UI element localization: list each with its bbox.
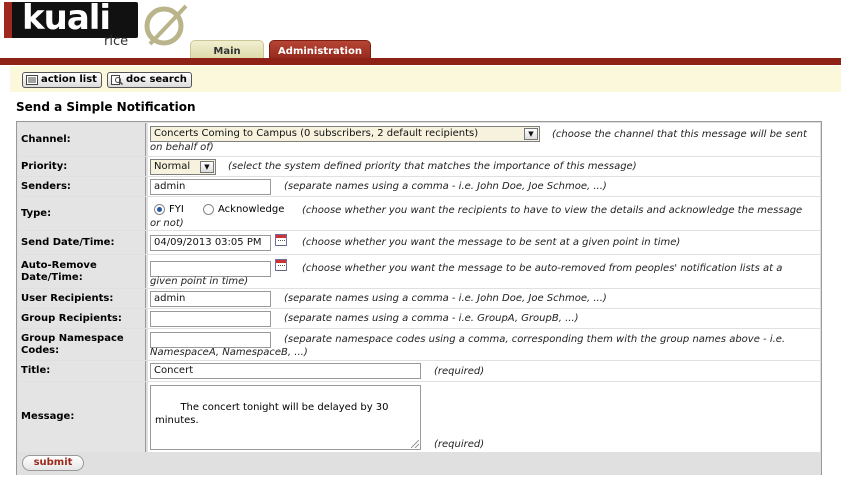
logo-accent [4, 2, 12, 38]
channel-select-value: Concerts Coming to Campus (0 subscribers… [154, 128, 479, 139]
type-cell: FYI Acknowledge (choose whether you want… [148, 197, 820, 230]
kuali-rice-logo[interactable]: kuali rice [2, 0, 192, 58]
action-list-button[interactable]: action list [22, 72, 102, 88]
message-required-hint: (required) [434, 439, 485, 450]
doc-search-label: doc search [126, 74, 187, 85]
priority-hint: (select the system defined priority that… [228, 161, 637, 172]
logo-text: kuali [22, 0, 111, 38]
calendar-icon[interactable] [275, 259, 287, 271]
senders-row: Senders: admin (separate names using a c… [17, 176, 821, 196]
type-row: Type: FYI Acknowledge (choose whether yo… [17, 196, 821, 230]
auto-remove-hint: (choose whether you want the message to … [302, 263, 783, 274]
auto-remove-label-line2: Date/Time: [21, 271, 83, 283]
senders-hint: (separate names using a comma - i.e. Joh… [284, 181, 607, 192]
auto-remove-row: Auto-Remove Date/Time: (choose whether y… [17, 254, 821, 288]
senders-input[interactable]: admin [150, 179, 271, 195]
submit-button[interactable]: submit [22, 455, 84, 471]
group-namespace-cell: (separate namespace codes using a comma,… [148, 329, 820, 360]
channel-select[interactable]: Concerts Coming to Campus (0 subscribers… [150, 126, 540, 142]
message-cell: The concert tonight will be delayed by 3… [148, 382, 820, 452]
group-recipients-label: Group Recipients: [18, 309, 146, 328]
priority-cell: Normal ▼ (select the system defined prio… [148, 157, 820, 176]
auto-remove-label: Auto-Remove Date/Time: [18, 255, 146, 288]
user-recipients-row: User Recipients: admin (separate names u… [17, 288, 821, 308]
submit-row: submit [17, 452, 821, 475]
group-namespace-row: Group Namespace Codes: (separate namespa… [17, 328, 821, 360]
title-required-hint: (required) [434, 366, 485, 377]
group-recipients-hint: (separate names using a comma - i.e. Gro… [284, 313, 579, 324]
notification-form: Channel: Concerts Coming to Campus (0 su… [16, 121, 822, 475]
channel-row: Channel: Concerts Coming to Campus (0 su… [17, 122, 821, 156]
toolbar: action list doc search [10, 66, 841, 92]
group-namespace-hint: (separate namespace codes using a comma,… [284, 334, 786, 345]
group-recipients-cell: (separate names using a comma - i.e. Gro… [148, 309, 820, 328]
message-label: Message: [18, 382, 146, 452]
action-list-label: action list [41, 74, 97, 85]
doc-search-icon [111, 75, 123, 85]
header-divider [0, 58, 841, 65]
priority-label: Priority: [18, 157, 146, 176]
type-label: Type: [18, 197, 146, 230]
auto-remove-input[interactable] [150, 261, 271, 277]
priority-row: Priority: Normal ▼ (select the system de… [17, 156, 821, 176]
channel-hint-cont: on behalf of) [150, 142, 214, 153]
doc-search-button[interactable]: doc search [107, 72, 192, 88]
resize-grip-icon[interactable] [411, 440, 419, 448]
priority-select[interactable]: Normal ▼ [150, 159, 216, 175]
auto-remove-hint-cont: given point in time) [150, 276, 249, 287]
group-namespace-label: Group Namespace Codes: [18, 329, 146, 360]
send-date-row: Send Date/Time: 04/09/2013 03:05 PM (cho… [17, 230, 821, 254]
send-date-input[interactable]: 04/09/2013 03:05 PM [150, 235, 271, 251]
calendar-icon[interactable] [275, 234, 287, 246]
chevron-down-icon: ▼ [524, 128, 538, 140]
type-hint: (choose whether you want the recipients … [302, 205, 803, 216]
title-label: Title: [18, 361, 146, 381]
fyi-radio[interactable] [154, 204, 165, 215]
message-textarea[interactable]: The concert tonight will be delayed by 3… [150, 385, 421, 450]
channel-label: Channel: [18, 123, 146, 156]
send-date-hint: (choose whether you want the message to … [302, 237, 681, 248]
user-recipients-hint: (separate names using a comma - i.e. Joh… [284, 293, 607, 304]
group-namespace-label-line1: Group Namespace [21, 332, 124, 344]
logo-wordmark: kuali [4, 0, 138, 38]
group-recipients-row: Group Recipients: (separate names using … [17, 308, 821, 328]
message-text: The concert tonight will be delayed by 3… [155, 402, 389, 426]
group-recipients-input[interactable] [150, 311, 271, 327]
type-hint-cont: or not) [150, 218, 184, 229]
title-row: Title: Concert (required) [17, 360, 821, 381]
message-row: Message: The concert tonight will be del… [17, 381, 821, 452]
fyi-label: FYI [169, 204, 184, 215]
user-recipients-input[interactable]: admin [150, 291, 271, 307]
page-title: Send a Simple Notification [16, 100, 196, 114]
acknowledge-label: Acknowledge [218, 204, 285, 215]
group-namespace-hint-cont: NamespaceA, NamespaceB, ...) [150, 347, 308, 358]
auto-remove-cell: (choose whether you want the message to … [148, 255, 820, 288]
channel-cell: Concerts Coming to Campus (0 subscribers… [148, 123, 820, 156]
header: kuali rice Main Menu Administration [0, 0, 841, 68]
user-recipients-cell: admin (separate names using a comma - i.… [148, 289, 820, 308]
chevron-down-icon: ▼ [200, 161, 214, 173]
channel-hint: (choose the channel that this message wi… [552, 129, 807, 140]
group-namespace-input[interactable] [150, 332, 271, 348]
group-namespace-label-line2: Codes: [21, 344, 60, 356]
priority-select-value: Normal [154, 161, 191, 172]
acknowledge-radio[interactable] [203, 204, 214, 215]
auto-remove-label-line1: Auto-Remove [21, 259, 97, 271]
senders-cell: admin (separate names using a comma - i.… [148, 177, 820, 196]
senders-label: Senders: [18, 177, 146, 196]
logo-subtext: rice [104, 34, 129, 49]
title-cell: Concert (required) [148, 361, 820, 381]
send-date-label: Send Date/Time: [18, 231, 146, 254]
action-list-icon [26, 75, 38, 85]
title-input[interactable]: Concert [150, 363, 421, 379]
rice-logo-icon [144, 4, 188, 46]
send-date-cell: 04/09/2013 03:05 PM (choose whether you … [148, 231, 820, 254]
user-recipients-label: User Recipients: [18, 289, 146, 308]
